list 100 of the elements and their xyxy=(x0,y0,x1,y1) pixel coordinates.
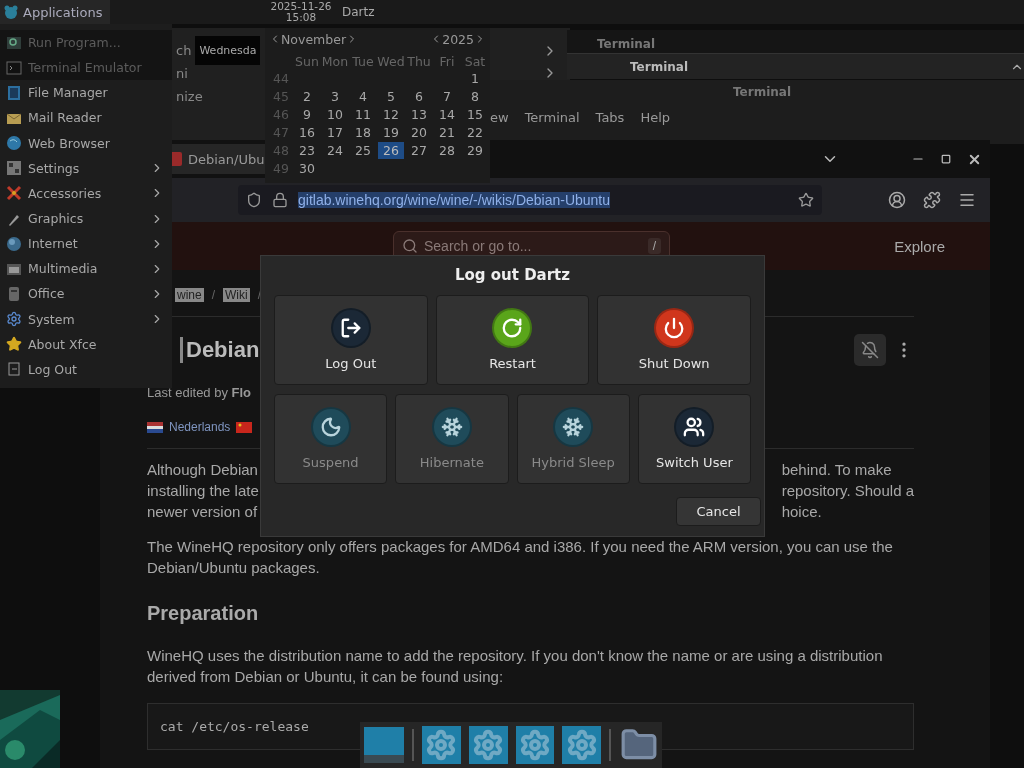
week-number: 49 xyxy=(273,161,289,176)
menu-item[interactable]: File Manager xyxy=(0,80,172,106)
clock[interactable]: 2025-11-26 15:08 xyxy=(265,1,337,23)
language-link[interactable]: Nederlands xyxy=(169,420,231,434)
breadcrumb-link[interactable]: Wiki xyxy=(223,288,250,302)
menu-item[interactable]: ew xyxy=(490,110,509,125)
calendar-day[interactable]: 18 xyxy=(350,124,376,141)
menu-item[interactable]: Internet xyxy=(0,231,172,257)
menu-item[interactable]: Log Out xyxy=(0,356,172,382)
calendar-day[interactable]: 8 xyxy=(462,88,488,105)
snowflake-icon xyxy=(562,416,585,439)
weekday-label: Tue xyxy=(352,54,374,69)
dialog-title: Log out Dartz xyxy=(453,266,572,286)
notifications-button[interactable] xyxy=(854,334,886,366)
calendar-day[interactable]: 16 xyxy=(294,124,320,141)
menu-item[interactable]: Graphics xyxy=(0,206,172,232)
applications-menu-button[interactable]: Applications xyxy=(0,0,110,24)
calendar-day[interactable]: 4 xyxy=(350,88,376,105)
label-text: ni xyxy=(176,65,188,81)
calendar-day[interactable]: 20 xyxy=(406,124,432,141)
calendar-day[interactable]: 28 xyxy=(434,142,460,159)
settings-icon[interactable] xyxy=(515,726,555,764)
calendar-day[interactable]: 11 xyxy=(350,106,376,123)
calendar-day[interactable]: 5 xyxy=(378,88,404,105)
breadcrumb-link[interactable]: wine xyxy=(175,288,204,302)
window-title: Terminal xyxy=(630,59,689,74)
globe-icon xyxy=(6,235,22,252)
breadcrumb-separator: / xyxy=(211,288,216,302)
calendar-day[interactable]: 22 xyxy=(462,124,488,141)
calendar-day[interactable]: 15 xyxy=(462,106,488,123)
week-number: 45 xyxy=(273,89,289,104)
menu-item[interactable]: Office xyxy=(0,281,172,307)
explore-link[interactable]: Explore xyxy=(894,237,945,255)
menu-item[interactable]: Mail Reader xyxy=(0,105,172,131)
weekday-label: Mon xyxy=(321,54,349,69)
cancel-button[interactable]: Cancel xyxy=(676,496,761,526)
settings-icon[interactable] xyxy=(421,726,461,764)
action-button[interactable]: Restart xyxy=(435,294,590,385)
menu-item[interactable]: Help xyxy=(640,110,670,125)
calendar-day[interactable]: 23 xyxy=(294,142,320,159)
menu-item[interactable]: System xyxy=(0,306,172,332)
calendar-day[interactable]: 9 xyxy=(294,106,320,123)
paragraph-text: installing the late xyxy=(147,481,259,501)
action-button[interactable]: Shut Down xyxy=(597,294,751,385)
window-title: Terminal xyxy=(597,37,656,51)
calendar-day[interactable]: 29 xyxy=(462,142,488,159)
terminal-icon xyxy=(6,59,22,76)
settings-icon[interactable] xyxy=(468,726,508,764)
paragraph-text: newer version of xyxy=(147,502,259,522)
menu-item[interactable]: Terminal xyxy=(524,110,580,125)
puzzle-icon[interactable] xyxy=(923,191,941,209)
calendar-day[interactable]: 30 xyxy=(294,160,320,177)
snowflake-icon xyxy=(440,416,463,439)
restart-icon xyxy=(501,317,524,340)
month-label: November xyxy=(281,31,347,47)
label-text: nize xyxy=(176,89,203,104)
paragraph-text: repository. Should a xyxy=(781,481,914,501)
calendar-day[interactable]: 26 xyxy=(378,142,404,159)
file-icon xyxy=(6,84,22,101)
calendar-day[interactable]: 27 xyxy=(406,142,432,159)
calendar-day[interactable]: 1 xyxy=(462,70,488,87)
address-field[interactable]: gitlab.winehq.org/wine/wine/-/wikis/Debian-Ubuntu xyxy=(238,185,822,215)
calendar-day[interactable]: 19 xyxy=(378,124,404,141)
calendar-day[interactable]: 24 xyxy=(322,142,348,159)
window-icon[interactable] xyxy=(364,725,404,765)
calendar-day[interactable]: 14 xyxy=(434,106,460,123)
gear-icon xyxy=(6,311,22,328)
users-icon xyxy=(683,416,706,439)
menu-item[interactable]: Accessories xyxy=(0,180,172,206)
last-edited-text: Last edited by Flo xyxy=(147,385,253,400)
calendar-day[interactable]: 2 xyxy=(294,88,320,105)
paragraph-text: The WineHQ repository only offers packages for AMD64 and i386. If you need the ARM version, you can use the Debian/Ubuntu packages. xyxy=(147,537,894,578)
maximize-icon[interactable] xyxy=(941,154,951,164)
calendar-day[interactable]: 3 xyxy=(322,88,348,105)
calendar-day[interactable]: 10 xyxy=(322,106,348,123)
action-button[interactable]: Switch User xyxy=(637,393,751,484)
menu-item[interactable]: Multimedia xyxy=(0,256,172,282)
calendar-day[interactable]: 7 xyxy=(434,88,460,105)
calendar-day[interactable]: 12 xyxy=(378,106,404,123)
settings-icon xyxy=(6,160,22,177)
menu-item[interactable]: Tabs xyxy=(595,110,625,125)
action-button[interactable]: Log Out xyxy=(274,294,428,385)
shield-icon xyxy=(246,192,262,208)
shortcut-key: / xyxy=(647,238,661,254)
paragraph-text: Although Debian xyxy=(147,460,259,480)
date-field[interactable]: Wednesda xyxy=(195,36,260,65)
window-title: Terminal xyxy=(733,85,791,99)
week-number: 46 xyxy=(273,107,289,122)
menu-item[interactable]: About Xfce xyxy=(0,331,172,357)
calendar-day[interactable]: 17 xyxy=(322,124,348,141)
bookmark-star-icon[interactable] xyxy=(798,192,814,208)
account-icon[interactable] xyxy=(888,191,906,209)
calendar-day[interactable]: 6 xyxy=(406,88,432,105)
calendar-day[interactable]: 13 xyxy=(406,106,432,123)
settings-icon[interactable] xyxy=(562,726,602,764)
section-heading: Preparation xyxy=(147,602,260,625)
calendar-day[interactable]: 21 xyxy=(434,124,460,141)
weekday-label: Wed xyxy=(377,54,405,69)
menu-icon[interactable] xyxy=(958,191,976,209)
weekday-label: Fri xyxy=(439,54,455,69)
